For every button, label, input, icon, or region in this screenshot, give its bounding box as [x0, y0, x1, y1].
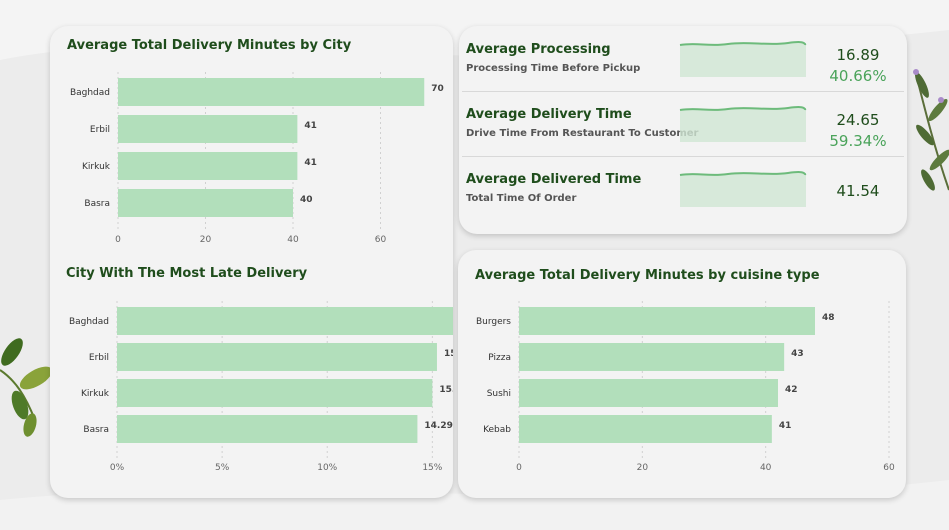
kpi-percent: 59.34%: [829, 132, 887, 150]
sparkline-area: [680, 172, 806, 207]
chart-title-city-minutes: Average Total Delivery Minutes by City: [67, 38, 352, 53]
kpi-subtitle: Drive Time From Restaurant To Customer: [466, 128, 699, 139]
kpi-subtitle: Processing Time Before Pickup: [466, 63, 641, 74]
chart-title-late-delivery: City With The Most Late Delivery: [66, 266, 308, 281]
data-label: 14.29%: [424, 421, 453, 431]
x-tick-label: 15%: [422, 463, 442, 473]
bar[interactable]: [519, 343, 785, 371]
sparkline-area: [680, 107, 806, 142]
x-tick-label: 5%: [215, 463, 230, 473]
category-label: Baghdad: [70, 88, 110, 98]
kpi-sparkline: [679, 106, 807, 142]
bar[interactable]: [117, 379, 433, 407]
bar[interactable]: [117, 343, 437, 371]
bar[interactable]: [118, 78, 425, 106]
kpi-subtitle: Total Time Of Order: [466, 193, 577, 204]
category-label: Sushi: [487, 389, 511, 399]
category-label: Pizza: [488, 353, 511, 363]
kpi-title: Average Processing: [466, 42, 611, 57]
category-label: Kirkuk: [81, 389, 110, 399]
x-tick-label: 40: [760, 463, 772, 473]
x-tick-label: 20: [637, 463, 649, 473]
x-tick-label: 10%: [317, 463, 337, 473]
kpi-divider: [462, 156, 904, 157]
kpi-divider: [462, 91, 904, 92]
category-label: Basra: [83, 425, 109, 435]
bar[interactable]: [117, 307, 453, 335]
data-label: 48: [822, 313, 835, 323]
kpi-title: Average Delivery Time: [466, 107, 632, 122]
x-tick-label: 20: [200, 235, 212, 245]
category-label: Erbil: [90, 125, 110, 135]
kpi-sparkline: [679, 41, 807, 77]
chart-cuisine-minutes: 0 20 40 60 Burgers 48 Pizza 43 Sushi 42 Kebab 41: [476, 301, 895, 473]
kpi-title: Average Delivered Time: [466, 172, 642, 187]
data-label: 43: [791, 349, 804, 359]
chart-city-minutes: 0 20 40 60 Baghdad 70 Erbil 41 Kirkuk 41 Basra 40: [70, 72, 444, 245]
data-label: 41: [304, 158, 317, 168]
category-label: Erbil: [89, 353, 109, 363]
category-label: Burgers: [476, 317, 511, 327]
data-label: 41: [779, 421, 792, 431]
category-label: Kebab: [483, 425, 511, 435]
kpi-sparkline: [679, 171, 807, 207]
bar[interactable]: [118, 152, 298, 180]
x-tick-label: 60: [375, 235, 387, 245]
bar[interactable]: [519, 415, 772, 443]
sparkline-area: [680, 42, 806, 77]
category-label: Baghdad: [69, 317, 109, 327]
data-label: 15.00%: [439, 385, 453, 395]
kpi-value: 16.89: [836, 46, 880, 64]
data-label: 15.22%: [444, 349, 453, 359]
data-label: 70: [431, 84, 444, 94]
kpi-percent: 40.66%: [829, 67, 887, 85]
data-label: 41: [304, 121, 317, 131]
kpi-value: 24.65: [836, 111, 880, 129]
chart-late-delivery: 0%5%10%15%Baghdad16.67%Erbil15.22%Kirkuk…: [69, 301, 453, 473]
bar[interactable]: [519, 379, 778, 407]
data-label: 42: [785, 385, 798, 395]
bar[interactable]: [519, 307, 815, 335]
category-label: Basra: [84, 199, 110, 209]
x-tick-label: 60: [883, 463, 895, 473]
bar[interactable]: [118, 115, 298, 143]
chart-title-cuisine: Average Total Delivery Minutes by cuisin…: [475, 268, 820, 283]
bar[interactable]: [118, 189, 293, 217]
x-tick-label: 0%: [110, 463, 125, 473]
x-tick-label: 0: [516, 463, 522, 473]
x-tick-label: 40: [287, 235, 299, 245]
bar[interactable]: [117, 415, 418, 443]
x-tick-label: 0: [115, 235, 121, 245]
data-label: 40: [300, 195, 313, 205]
category-label: Kirkuk: [82, 162, 111, 172]
kpi-value: 41.54: [836, 182, 880, 200]
